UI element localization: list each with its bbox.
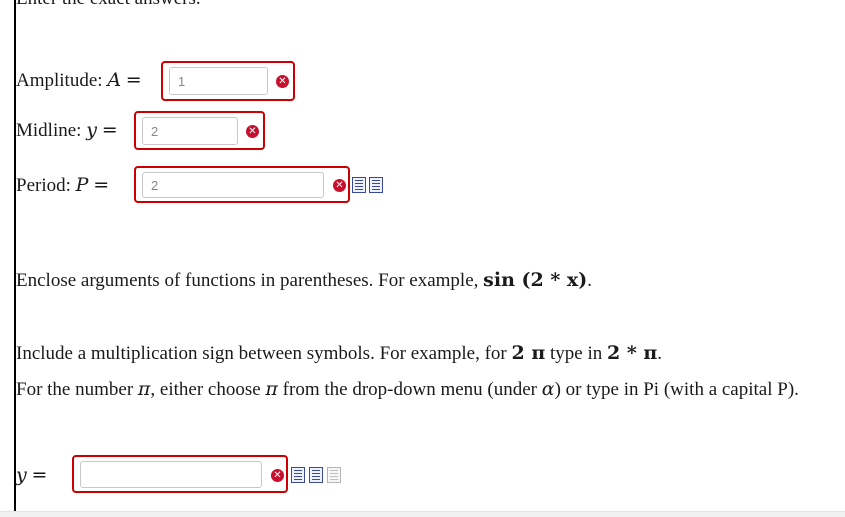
amplitude-input[interactable] <box>169 67 268 95</box>
period-field-frame: ✕ <box>134 166 350 203</box>
error-x-icon: ✕ <box>271 469 284 482</box>
preview-icon[interactable] <box>352 177 366 193</box>
hint-parentheses: Enclose arguments of functions in parent… <box>16 269 592 292</box>
equation-editor-icon[interactable] <box>309 467 323 483</box>
amplitude-label: Amplitude: <box>16 70 103 91</box>
equals-sign: = <box>125 69 142 91</box>
period-input[interactable] <box>142 172 324 198</box>
error-x-icon: ✕ <box>276 75 289 88</box>
midline-field-frame: ✕ <box>134 111 265 150</box>
period-variable: P <box>75 174 89 196</box>
error-x-icon: ✕ <box>246 125 259 138</box>
answer-field-frame: ✕ <box>72 455 288 493</box>
hint-period: . <box>657 343 663 364</box>
midline-variable: y <box>86 119 97 141</box>
pi-symbol: π <box>265 378 278 400</box>
answer-label-row: y = <box>16 464 47 487</box>
error-x-icon: ✕ <box>333 179 346 192</box>
midline-label-row: Midline: y = <box>16 119 118 142</box>
period-label: Period: <box>16 175 71 196</box>
hint-pi-text-c: from the drop-down menu (under <box>282 379 537 400</box>
period-label-row: Period: P = <box>16 174 109 197</box>
equals-sign: = <box>31 464 48 486</box>
answer-input[interactable] <box>80 461 262 488</box>
equals-sign: = <box>101 119 118 141</box>
amplitude-variable: A <box>107 69 122 91</box>
amplitude-field-frame: ✕ <box>161 61 295 101</box>
hint-pi-text-d: ) or type in Pi (with a capital P). <box>554 379 799 400</box>
preview-icon[interactable] <box>291 467 305 483</box>
hint-multiplication: Include a multiplication sign between sy… <box>16 342 662 365</box>
alpha-symbol: α <box>541 378 555 400</box>
hint-parentheses-text: Enclose arguments of functions in parent… <box>16 270 479 291</box>
answer-variable: y <box>16 464 27 486</box>
graph-icon <box>327 467 341 483</box>
hint-multiplication-text: Include a multiplication sign between sy… <box>16 343 507 364</box>
hint-pi-text-b: , either choose <box>150 379 261 400</box>
equals-sign: = <box>93 174 110 196</box>
instructions-header: Enter the exact answers. <box>16 0 201 10</box>
hint-period: . <box>587 270 592 291</box>
midline-input[interactable] <box>142 117 238 145</box>
hint-multiplication-mid: type in <box>549 343 603 364</box>
equation-editor-icon[interactable] <box>369 177 383 193</box>
amplitude-label-row: Amplitude: A = <box>16 69 142 92</box>
hint-parentheses-example: sin (2 * x) <box>483 269 588 291</box>
bottom-edge <box>0 511 845 517</box>
hint-pi-text-a: For the number <box>16 379 134 400</box>
hint-pi: For the number π, either choose π from t… <box>16 378 799 401</box>
pi-symbol: π <box>137 378 151 400</box>
hint-multiplication-to: 2 * π <box>606 342 658 364</box>
midline-label: Midline: <box>16 120 82 141</box>
hint-multiplication-from: 2 π <box>511 342 546 364</box>
